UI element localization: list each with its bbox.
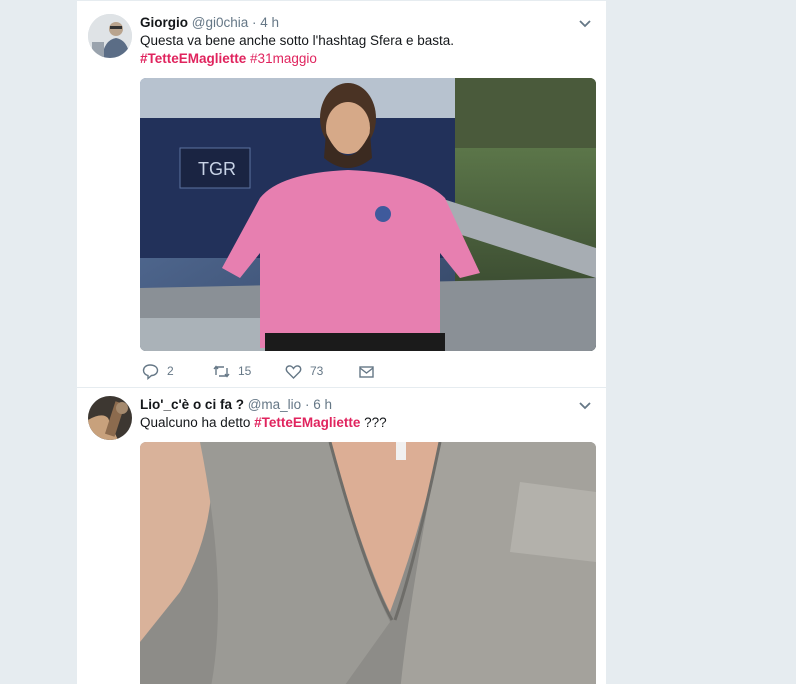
author-name[interactable]: Lio'_c'è o ci fa ? — [140, 397, 244, 412]
retweet-icon — [213, 364, 230, 378]
reply-count: 2 — [167, 364, 174, 378]
hashtag-link[interactable]: #31maggio — [250, 51, 317, 66]
retweet-count: 15 — [238, 364, 252, 378]
tweet-text-after: ??? — [360, 415, 387, 430]
like-count: 73 — [310, 364, 324, 378]
direct-message-button[interactable] — [358, 361, 383, 381]
separator: · — [252, 15, 257, 30]
heart-icon — [285, 364, 302, 379]
tweet-header: Lio'_c'è o ci fa ? @ma_lio · 6 h — [140, 396, 332, 414]
author-name[interactable]: Giorgio — [140, 15, 188, 30]
chevron-down-icon[interactable] — [578, 17, 592, 31]
avatar[interactable] — [88, 396, 132, 440]
tweet-photo[interactable] — [140, 442, 596, 684]
tweet-photo[interactable]: TGR — [140, 78, 596, 351]
avatar[interactable] — [88, 14, 132, 58]
author-handle[interactable]: @ma_lio — [248, 397, 301, 412]
tweet[interactable]: Lio'_c'è o ci fa ? @ma_lio · 6 h Qualcun… — [77, 387, 606, 684]
tweet-text: Qualcuno ha detto #TetteEMagliette ??? — [140, 414, 387, 432]
studio-sign: TGR — [198, 159, 236, 179]
timestamp[interactable]: 4 h — [260, 15, 279, 30]
like-button[interactable]: 73 — [285, 361, 323, 381]
reply-button[interactable]: 2 — [142, 361, 174, 381]
tweet[interactable]: Giorgio @gi0chia · 4 h Questa va bene an… — [77, 0, 606, 388]
tweet-actions: 2 15 73 — [140, 361, 560, 381]
author-handle[interactable]: @gi0chia — [192, 15, 249, 30]
hashtag-link[interactable]: #TetteEMagliette — [140, 51, 246, 66]
timestamp[interactable]: 6 h — [313, 397, 332, 412]
separator: · — [304, 397, 310, 412]
tweet-text: Questa va bene anche sotto l'hashtag Sfe… — [140, 33, 455, 48]
tweet-hashtags: #TetteEMagliette #31maggio — [140, 50, 317, 68]
reply-icon — [142, 363, 159, 380]
tweet-header: Giorgio @gi0chia · 4 h — [140, 14, 279, 32]
envelope-icon — [359, 365, 374, 378]
timeline: Giorgio @gi0chia · 4 h Questa va bene an… — [76, 0, 607, 684]
tweet-text-before: Qualcuno ha detto — [140, 415, 255, 430]
hashtag-link[interactable]: #TetteEMagliette — [254, 415, 360, 430]
retweet-button[interactable]: 15 — [213, 361, 251, 381]
chevron-down-icon[interactable] — [578, 399, 592, 413]
